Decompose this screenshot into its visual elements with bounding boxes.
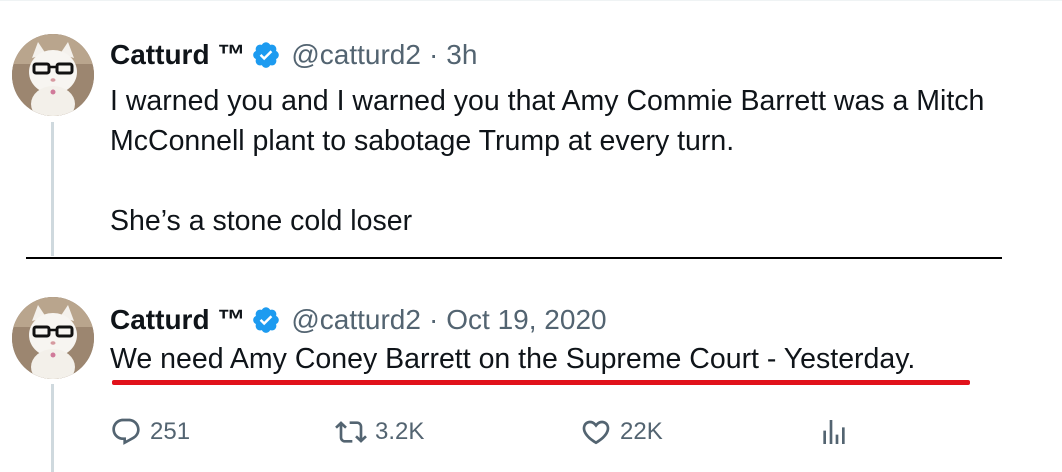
tweet-recent[interactable]: Catturd ™ @catturd2 · 3h I warned you an… <box>0 0 1062 256</box>
tweet-header: Catturd ™ @catturd2 · Oct 19, 2020 <box>110 302 607 338</box>
author-name[interactable]: Catturd ™ <box>110 39 245 71</box>
thread-connector <box>51 122 54 256</box>
tweet-text: I warned you and I warned you that Amy C… <box>110 81 1060 241</box>
views-button[interactable] <box>818 412 858 452</box>
reply-bubble-icon <box>112 418 140 445</box>
author-name[interactable]: Catturd ™ <box>110 304 245 336</box>
retweet-count: 3.2K <box>375 418 425 445</box>
tweet-quoted-old[interactable]: Catturd ™ @catturd2 · Oct 19, 2020 We ne… <box>0 262 1062 472</box>
heart-icon <box>582 420 610 445</box>
author-handle[interactable]: @catturd2 <box>291 304 421 336</box>
tweet-paragraph: I warned you and I warned you that Amy C… <box>110 85 985 157</box>
verified-badge-icon <box>251 40 281 70</box>
avatar[interactable] <box>12 297 94 379</box>
header-separator: · <box>428 304 439 335</box>
header-separator: · <box>428 39 439 70</box>
tweet-text: We need Amy Coney Barrett on the Supreme… <box>110 343 916 375</box>
retweet-icon <box>335 421 367 443</box>
author-handle[interactable]: @catturd2 <box>291 39 421 71</box>
retweet-button[interactable]: 3.2K <box>335 412 424 452</box>
thread-connector <box>51 384 54 472</box>
reply-count: 251 <box>150 418 191 445</box>
verified-badge-icon <box>251 305 281 335</box>
avatar[interactable] <box>12 34 94 116</box>
red-annotation-underline <box>112 380 970 385</box>
tweet-actions: 251 3.2K 22K <box>110 412 870 452</box>
tweet-paragraph: She’s a stone cold loser <box>110 205 413 237</box>
like-button[interactable]: 22K <box>580 412 663 452</box>
tweet-header: Catturd ™ @catturd2 · 3h <box>110 37 477 73</box>
tweet-timestamp[interactable]: 3h <box>446 39 477 71</box>
tweet-timestamp[interactable]: Oct 19, 2020 <box>446 304 606 336</box>
views-bar-chart-icon <box>823 420 845 444</box>
reply-button[interactable]: 251 <box>110 412 190 452</box>
divider-line <box>26 257 1002 259</box>
like-count: 22K <box>620 418 663 445</box>
